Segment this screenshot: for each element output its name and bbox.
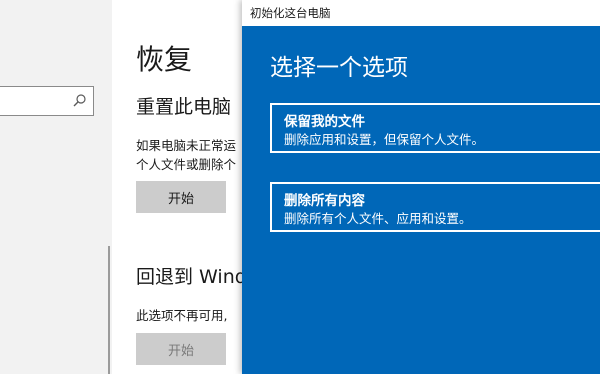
reset-pc-description-line2: 个人文件或删除个 [136, 157, 237, 172]
reset-pc-heading: 重置此电脑 [136, 96, 232, 118]
option-title: 删除所有内容 [284, 193, 365, 209]
page-title: 恢复 [136, 43, 193, 76]
scrollbar[interactable] [108, 246, 110, 374]
reset-pc-dialog: 初始化这台电脑 选择一个选项 保留我的文件 删除应用和设置，但保留个人文件。 删… [242, 0, 600, 374]
go-back-description: 此选项不再可用, [136, 308, 228, 323]
keep-my-files-option[interactable]: 保留我的文件 删除应用和设置，但保留个人文件。 [270, 103, 600, 153]
search-input[interactable] [0, 86, 94, 116]
dialog-titlebar[interactable]: 初始化这台电脑 [242, 0, 600, 26]
remove-everything-option[interactable]: 删除所有内容 删除所有个人文件、应用和设置。 [270, 182, 600, 232]
option-description: 删除所有个人文件、应用和设置。 [284, 211, 472, 226]
option-title: 保留我的文件 [284, 114, 365, 130]
go-back-heading: 回退到 Windows [136, 266, 242, 288]
dialog-window-title: 初始化这台电脑 [250, 6, 331, 20]
search-icon[interactable] [71, 92, 89, 110]
reset-pc-description-line1: 如果电脑未正常运 [136, 138, 237, 153]
recovery-page: 恢复 重置此电脑 如果电脑未正常运 个人文件或删除个 开始 回退到 Window… [112, 0, 242, 374]
dialog-heading: 选择一个选项 [270, 55, 408, 81]
go-back-start-button: 开始 [136, 333, 226, 365]
option-description: 删除应用和设置，但保留个人文件。 [284, 132, 485, 147]
settings-sidebar [0, 0, 112, 374]
reset-start-button[interactable]: 开始 [136, 181, 226, 213]
